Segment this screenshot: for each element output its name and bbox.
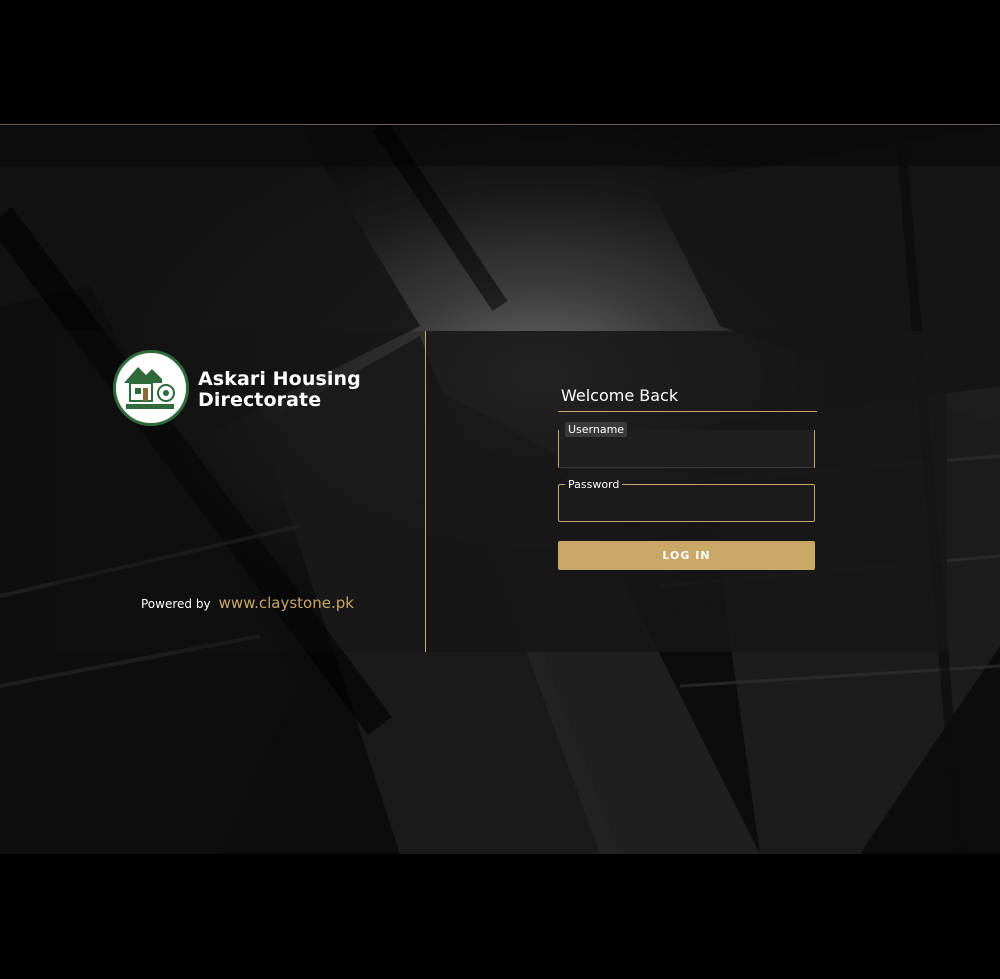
username-field[interactable]: Username xyxy=(558,422,815,468)
claystone-link[interactable]: www.claystone.pk xyxy=(219,594,354,612)
ahd-logo-icon xyxy=(113,350,189,426)
login-button[interactable]: LOG IN xyxy=(558,541,815,570)
login-form-panel: Welcome Back Username Password LOG IN xyxy=(426,331,947,652)
powered-by: Powered by www.claystone.pk xyxy=(141,593,354,612)
brand-panel: Askari Housing Directorate Powered by ww… xyxy=(54,331,425,652)
username-label: Username xyxy=(565,422,628,437)
brand-name-line1: Askari Housing xyxy=(198,368,361,390)
bottom-letterbox xyxy=(0,854,1000,979)
password-label: Password xyxy=(565,477,623,492)
welcome-title: Welcome Back xyxy=(558,386,817,412)
brand-name-line2: Directorate xyxy=(198,389,322,411)
powered-by-label: Powered by xyxy=(141,597,211,611)
login-card: Askari Housing Directorate Powered by ww… xyxy=(54,331,947,652)
top-letterbox xyxy=(0,0,1000,125)
password-field[interactable]: Password xyxy=(558,477,815,522)
logo-emblem-icon xyxy=(124,367,175,409)
